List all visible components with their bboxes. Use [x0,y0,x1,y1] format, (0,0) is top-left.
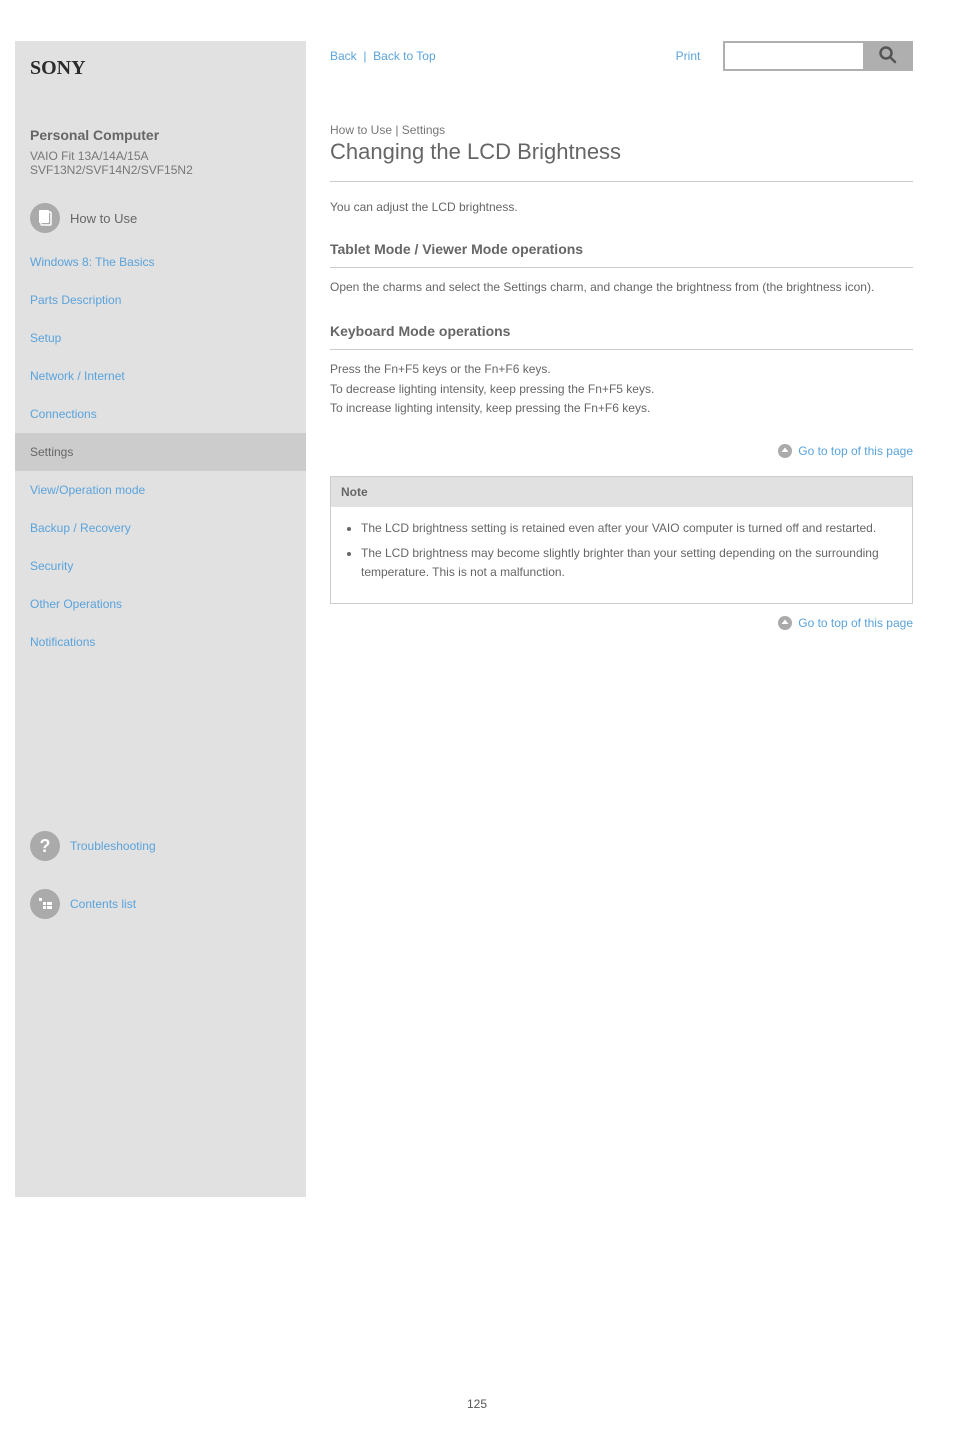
sidebar-item-viewmode[interactable]: View/Operation mode [30,471,291,509]
sidebar-item-setup[interactable]: Setup [30,319,291,357]
sidebar-section-title: How to Use [70,211,137,226]
sidebar-item-windows8[interactable]: Windows 8: The Basics [30,243,291,281]
list-icon [30,889,60,919]
section-heading-keyboard: Keyboard Mode operations [330,323,913,350]
note-item: The LCD brightness may become slightly b… [361,544,902,582]
up-arrow-icon [778,616,792,630]
go-to-top-link[interactable]: Go to top of this page [330,616,913,630]
sony-logo: SONY [30,59,291,77]
search-box [723,41,913,71]
section-body-tablet: Open the charms and select the Settings … [330,278,913,297]
section-body-keyboard: Press the Fn+F5 keys or the Fn+F6 keys. … [330,360,913,418]
sidebar-item-backup[interactable]: Backup / Recovery [30,509,291,547]
sidebar-label-contents-list: Contents list [70,897,136,911]
product-title: Personal Computer [30,127,291,143]
svg-text:?: ? [40,836,51,856]
sidebar-section-head[interactable]: How to Use [30,203,291,233]
go-to-top-label: Go to top of this page [798,616,913,630]
note-item: The LCD brightness setting is retained e… [361,519,902,538]
search-button[interactable] [863,41,913,71]
sidebar-item-security[interactable]: Security [30,547,291,585]
sidebar-item-network[interactable]: Network / Internet [30,357,291,395]
breadcrumb: How to Use | Settings [330,123,913,137]
up-arrow-icon [778,444,792,458]
sidebar-label-troubleshooting: Troubleshooting [70,839,156,853]
sidebar-item-troubleshooting[interactable]: ? Troubleshooting [30,831,291,861]
go-to-top-link[interactable]: Go to top of this page [330,444,913,458]
doc-icon [30,203,60,233]
question-icon: ? [30,831,60,861]
sidebar: SONY Personal Computer VAIO Fit 13A/14A/… [15,41,306,1197]
page-title: Changing the LCD Brightness [330,139,913,182]
note-box: Note The LCD brightness setting is retai… [330,476,913,604]
back-to-top-link[interactable]: Back to Top [373,49,435,63]
note-list: The LCD brightness setting is retained e… [331,507,912,603]
sidebar-links: Windows 8: The Basics Parts Description … [30,243,291,661]
back-link[interactable]: Back [330,49,357,63]
section-heading-tablet: Tablet Mode / Viewer Mode operations [330,241,913,268]
search-icon [878,45,898,68]
main-content: Back | Back to Top Print [306,41,913,1197]
note-heading: Note [331,477,912,507]
topbar-links: Back | Back to Top Print [330,49,700,63]
sidebar-item-parts[interactable]: Parts Description [30,281,291,319]
svg-text:SONY: SONY [30,59,86,77]
sidebar-item-settings[interactable]: Settings [15,433,306,471]
product-model: VAIO Fit 13A/14A/15A SVF13N2/SVF14N2/SVF… [30,149,291,177]
lead-paragraph: You can adjust the LCD brightness. [330,198,913,217]
sidebar-item-contents-list[interactable]: Contents list [30,889,291,919]
page-number: 125 [0,1197,954,1431]
sidebar-item-connections[interactable]: Connections [30,395,291,433]
sidebar-item-other[interactable]: Other Operations [30,585,291,623]
topbar: Back | Back to Top Print [330,41,913,91]
sidebar-item-notifications[interactable]: Notifications [30,623,291,661]
go-to-top-label: Go to top of this page [798,444,913,458]
print-link[interactable]: Print [676,49,701,63]
sidebar-group-how-to-use: How to Use Windows 8: The Basics Parts D… [30,203,291,661]
search-input[interactable] [723,41,863,71]
